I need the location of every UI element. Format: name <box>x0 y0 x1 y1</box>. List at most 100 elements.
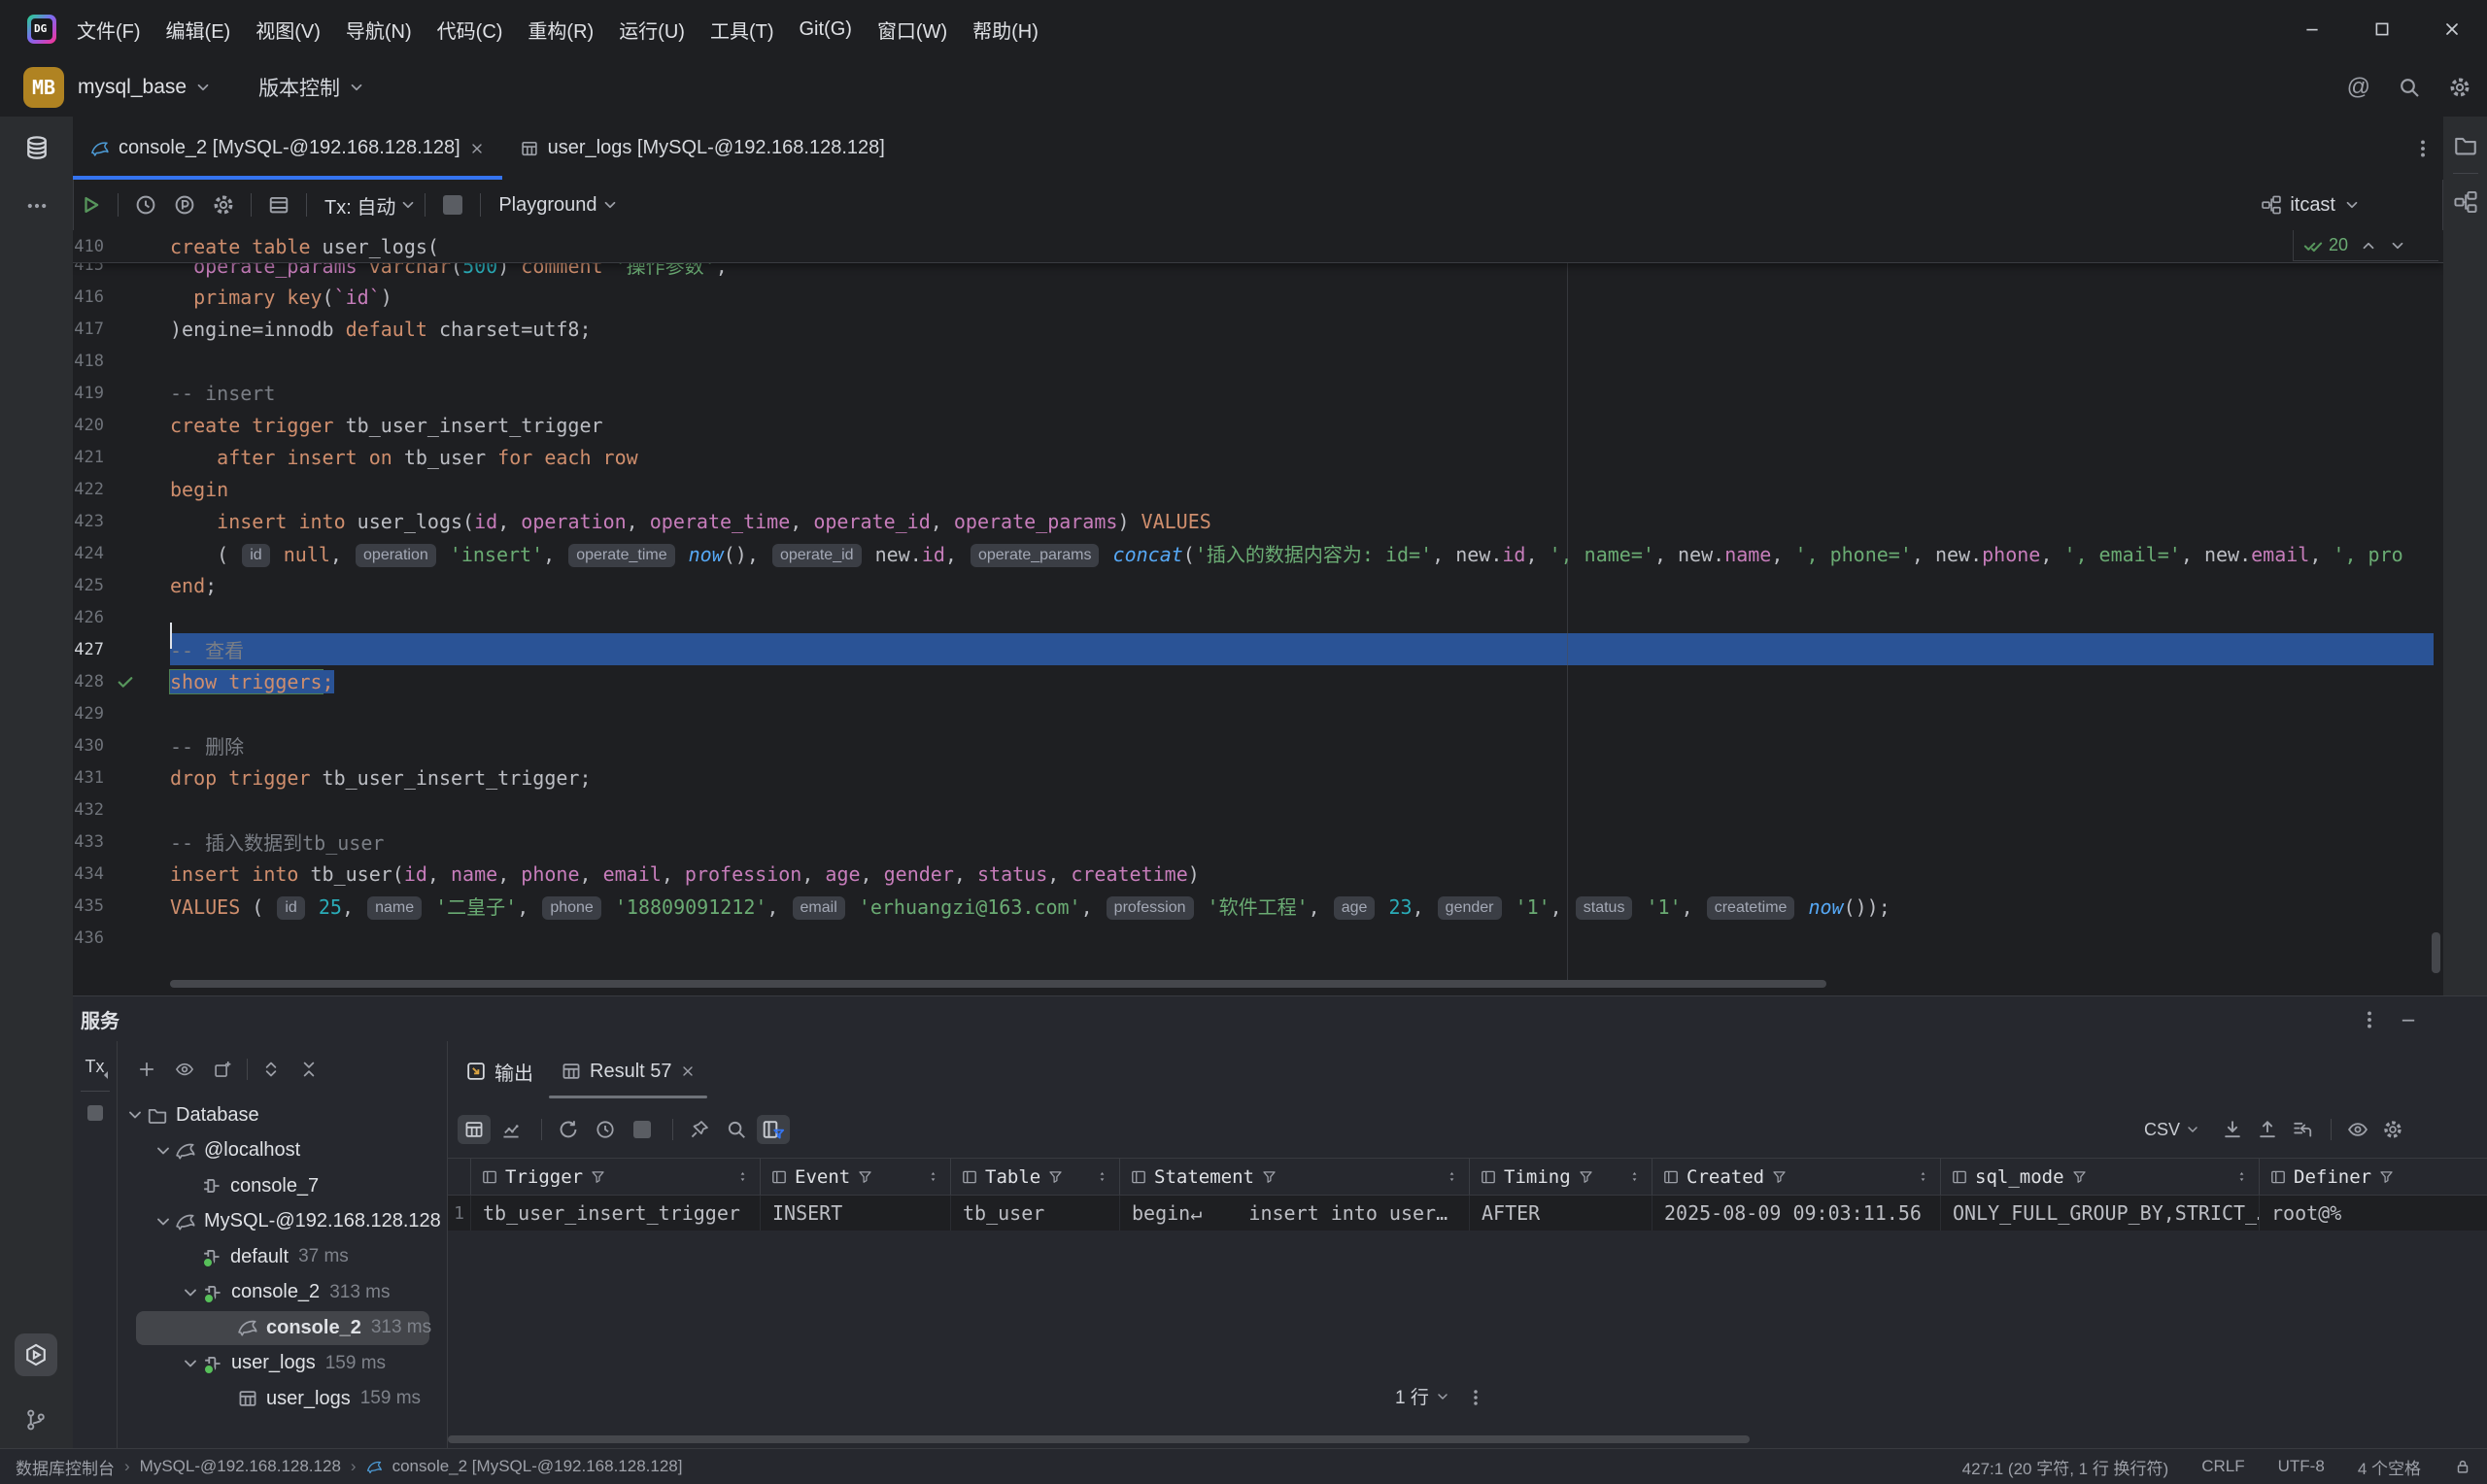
code-editor[interactable]: 415 operate_params varchar(500) comment … <box>73 230 2443 995</box>
sort-icon[interactable] <box>1916 1169 1930 1184</box>
line-separator[interactable]: CRLF <box>2201 1457 2244 1476</box>
grid-view-button[interactable] <box>458 1115 491 1144</box>
filter-icon[interactable] <box>590 1168 606 1185</box>
tree-item-console-2-session[interactable]: console_2 313 ms <box>118 1275 447 1311</box>
close-icon[interactable] <box>680 1063 696 1079</box>
next-problem-icon[interactable] <box>2389 237 2406 254</box>
settings-gear-icon[interactable] <box>2448 76 2471 99</box>
tree-item-user-logs-table[interactable]: user_logs 159 ms <box>118 1381 447 1417</box>
find-icon[interactable] <box>720 1115 753 1144</box>
menu-item[interactable]: 运行(U) <box>606 16 698 44</box>
hide-panel-icon[interactable] <box>2398 1009 2419 1030</box>
in-editor-results-icon[interactable] <box>265 191 292 219</box>
code-line[interactable]: 428show triggers; <box>73 665 2443 697</box>
view-eye-icon[interactable] <box>2341 1115 2374 1144</box>
column-header-table[interactable]: Table <box>950 1159 1119 1195</box>
export-format-dropdown[interactable]: CSV <box>2144 1120 2200 1140</box>
explain-plan-icon[interactable] <box>171 191 198 219</box>
column-header-sql-mode[interactable]: sql_mode <box>1940 1159 2259 1195</box>
column-header-definer[interactable]: Definer <box>2259 1159 2487 1195</box>
chevron-down-icon[interactable] <box>181 1283 200 1302</box>
tab-output[interactable]: 输出 <box>452 1041 547 1101</box>
code-line[interactable]: 430-- 删除 <box>73 729 2443 761</box>
filter-icon[interactable] <box>2071 1168 2088 1185</box>
tab-console-2[interactable]: console_2 [MySQL-@192.168.128.128] <box>73 117 502 180</box>
sort-icon[interactable] <box>926 1169 940 1184</box>
code-line[interactable]: 436 <box>73 922 2443 954</box>
grid-row[interactable]: 1 tb_user_insert_trigger INSERT tb_user … <box>448 1196 2487 1231</box>
cell-table[interactable]: tb_user <box>950 1196 1119 1231</box>
breadcrumb-item[interactable]: 数据库控制台 <box>16 1455 115 1479</box>
vertical-scrollbar[interactable] <box>2432 932 2440 973</box>
horizontal-scrollbar[interactable] <box>448 1435 1750 1443</box>
cell-trigger[interactable]: tb_user_insert_trigger <box>470 1196 760 1231</box>
tab-result-57[interactable]: Result 57 <box>547 1041 709 1101</box>
column-header-timing[interactable]: Timing <box>1469 1159 1652 1195</box>
mentions-icon[interactable]: @ <box>2347 74 2370 101</box>
stop-button[interactable] <box>443 195 462 215</box>
view-options-eye-icon[interactable] <box>175 1060 194 1079</box>
auto-refresh-clock-icon[interactable] <box>589 1115 622 1144</box>
console-settings-gear-icon[interactable] <box>210 191 237 219</box>
tx-toggle[interactable]: Tx <box>81 1057 110 1077</box>
close-icon[interactable] <box>469 141 485 156</box>
code-line[interactable]: 433-- 插入数据到tb_user <box>73 826 2443 858</box>
reload-button[interactable] <box>552 1115 585 1144</box>
chevron-down-icon[interactable] <box>181 1354 200 1373</box>
filter-icon[interactable] <box>1578 1168 1594 1185</box>
column-header-event[interactable]: Event <box>760 1159 950 1195</box>
breadcrumb-item[interactable]: MySQL-@192.168.128.128 <box>140 1457 341 1476</box>
schema-selector[interactable]: itcast <box>2290 194 2335 217</box>
code-line[interactable]: 431drop trigger tb_user_insert_trigger; <box>73 761 2443 793</box>
filter-icon[interactable] <box>857 1168 873 1185</box>
run-button[interactable] <box>77 191 104 219</box>
vcs-widget[interactable]: 版本控制 <box>258 73 340 102</box>
open-in-new-icon[interactable] <box>213 1060 232 1079</box>
menu-item[interactable]: 视图(V) <box>243 16 333 44</box>
search-everywhere-icon[interactable] <box>2398 76 2421 99</box>
cell-statement[interactable]: begin↵ insert into user… <box>1119 1196 1469 1231</box>
sort-icon[interactable] <box>735 1169 750 1184</box>
cell-sql-mode[interactable]: ONLY_FULL_GROUP_BY,STRICT_… <box>1940 1196 2259 1231</box>
cell-created[interactable]: 2025-08-09 09:03:11.56 <box>1652 1196 1940 1231</box>
stop-disabled-button[interactable] <box>87 1105 103 1121</box>
tree-item-console-2-selected[interactable]: console_2 313 ms <box>118 1310 447 1346</box>
breadcrumb-item[interactable]: console_2 [MySQL-@192.168.128.128] <box>392 1457 683 1476</box>
caret-position[interactable]: 427:1 (20 字符, 1 行 换行符) <box>1962 1455 2169 1479</box>
chevron-down-icon[interactable] <box>125 1105 145 1125</box>
write-access-lock-icon[interactable] <box>2454 1458 2471 1475</box>
menu-item[interactable]: 文件(F) <box>64 16 153 44</box>
tree-item-console-7[interactable]: console_7 <box>118 1168 447 1204</box>
code-line[interactable]: 426 <box>73 601 2443 633</box>
maximize-button[interactable] <box>2347 0 2417 58</box>
sort-icon[interactable] <box>2234 1169 2249 1184</box>
transpose-icon[interactable] <box>2286 1115 2319 1144</box>
code-line[interactable]: 417)engine=innodb default charset=utf8; <box>73 313 2443 345</box>
project-badge[interactable]: MB <box>23 67 64 108</box>
cell-definer[interactable]: root@% <box>2259 1196 2487 1231</box>
code-line[interactable]: 429 <box>73 697 2443 729</box>
tab-list-menu-icon[interactable] <box>2412 117 2434 180</box>
git-branch-icon[interactable] <box>24 1408 48 1432</box>
filter-columns-button[interactable] <box>757 1115 790 1144</box>
chevron-down-icon[interactable] <box>153 1212 173 1231</box>
collapse-all-icon[interactable] <box>299 1060 319 1079</box>
grid-settings-gear-icon[interactable] <box>2376 1115 2409 1144</box>
services-tool-button[interactable] <box>15 1333 57 1376</box>
code-line[interactable]: 421 after insert on tb_user for each row <box>73 441 2443 473</box>
history-icon[interactable] <box>132 191 159 219</box>
structure-icon[interactable] <box>2453 189 2478 215</box>
code-line[interactable]: 425end; <box>73 569 2443 601</box>
tree-item-localhost[interactable]: @localhost <box>118 1133 447 1169</box>
menu-item[interactable]: 导航(N) <box>333 16 425 44</box>
menu-item[interactable]: 工具(T) <box>698 16 787 44</box>
project-selector[interactable]: mysql_base <box>78 76 187 99</box>
sort-icon[interactable] <box>1627 1169 1642 1184</box>
more-tools-icon[interactable] <box>25 194 49 218</box>
panel-options-icon[interactable] <box>2359 1009 2380 1030</box>
add-data-source-icon[interactable] <box>137 1060 156 1079</box>
column-header-trigger[interactable]: Trigger <box>470 1159 760 1195</box>
code-line[interactable]: 410create table user_logs( <box>73 230 2443 262</box>
expand-all-icon[interactable] <box>261 1060 281 1079</box>
code-line[interactable]: 424 ( id null, operation 'insert', opera… <box>73 537 2443 569</box>
